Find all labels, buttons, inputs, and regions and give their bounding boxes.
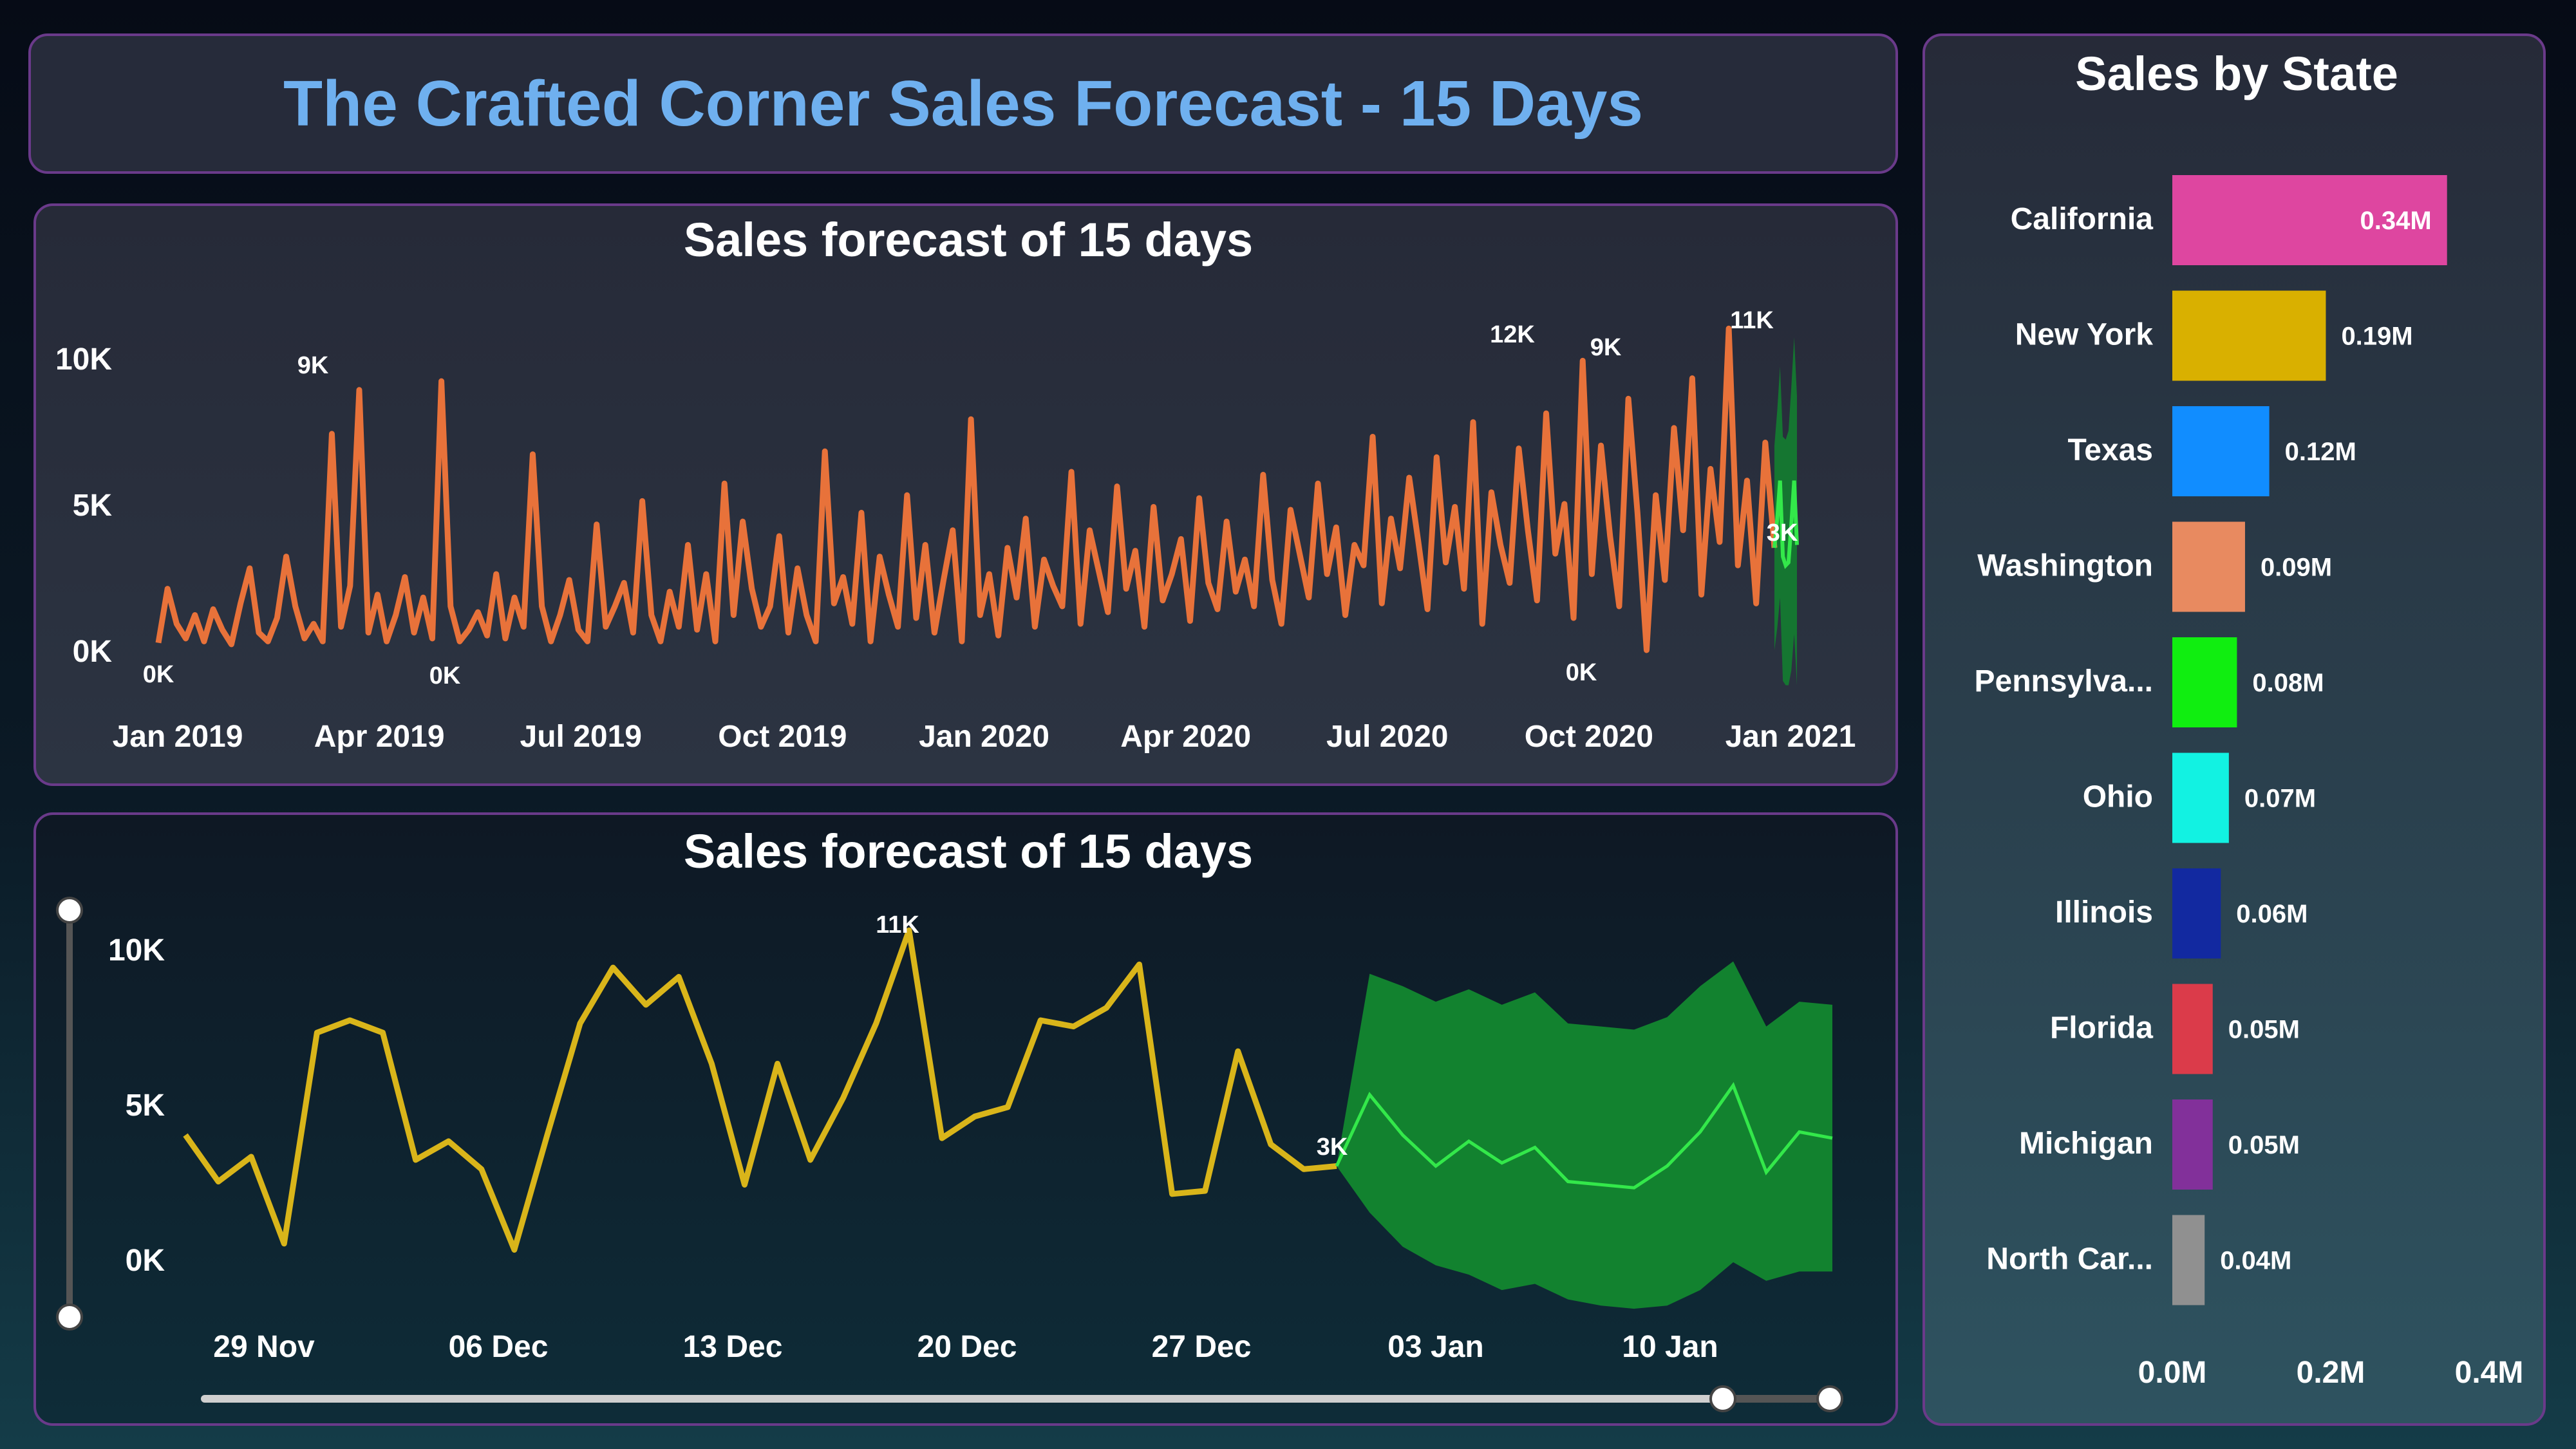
bar-value-label: 0.34M xyxy=(2360,207,2432,235)
bar-category-label: New York xyxy=(2015,318,2154,352)
y-tick-label: 0K xyxy=(73,635,113,669)
data-label: 11K xyxy=(876,911,919,939)
x-tick-label: 29 Nov xyxy=(213,1330,315,1364)
bar-category-label: Illinois xyxy=(2055,895,2153,930)
data-label: 3K xyxy=(1317,1134,1348,1161)
x-tick-label: Apr 2020 xyxy=(1120,720,1251,754)
bar-value-label: 0.05M xyxy=(2228,1131,2300,1159)
horizontal-slider-left-handle[interactable] xyxy=(1709,1385,1736,1412)
bar-category-label: North Car... xyxy=(1986,1242,2153,1276)
y-tick-label: 5K xyxy=(73,489,113,523)
x-tick-label: 0.4M xyxy=(2455,1356,2524,1390)
sales-by-state-chart[interactable]: Sales by State California 0.34M New York 0.… xyxy=(1925,36,2548,1428)
recent-forecast-chart[interactable]: Sales forecast of 15 days 11K3K 0K5K10K … xyxy=(36,815,1901,1428)
bar[interactable] xyxy=(2172,984,2213,1074)
x-tick-label: 03 Jan xyxy=(1387,1330,1483,1364)
bar-value-label: 0.07M xyxy=(2244,785,2316,813)
x-tick-label: 0.0M xyxy=(2138,1356,2207,1390)
bar-value-label: 0.12M xyxy=(2285,438,2356,466)
x-tick-label: Oct 2020 xyxy=(1525,720,1653,754)
history-forecast-chart[interactable]: Sales forecast of 15 days 9K 0K 0K 12K 9K 0K 1… xyxy=(36,206,1901,789)
y-tick-label: 0K xyxy=(126,1244,165,1278)
vertical-slider-bottom-handle[interactable] xyxy=(56,1304,83,1331)
bar-value-label: 0.19M xyxy=(2341,323,2412,351)
bar-category-label: Michigan xyxy=(2019,1126,2153,1161)
bar-value-label: 0.06M xyxy=(2236,900,2308,928)
bar[interactable] xyxy=(2172,290,2326,381)
data-label: 0K xyxy=(1566,659,1597,686)
x-tick-label: Jan 2020 xyxy=(919,720,1049,754)
data-label: 11K xyxy=(1730,307,1774,334)
bar[interactable] xyxy=(2172,1215,2205,1305)
history-forecast-panel[interactable]: Sales forecast of 15 days 9K 0K 0K 12K 9K 0K 1… xyxy=(33,203,1898,786)
bar-category-label: California xyxy=(2011,202,2154,236)
forecast-confidence-band xyxy=(1337,961,1832,1309)
bar[interactable] xyxy=(2172,868,2221,958)
x-tick-label: 0.2M xyxy=(2297,1356,2365,1390)
chart-title: Sales forecast of 15 days xyxy=(684,825,1253,878)
chart-title: Sales forecast of 15 days xyxy=(684,213,1253,266)
page-title: The Crafted Corner Sales Forecast - 15 D… xyxy=(283,68,1643,140)
recent-series-line xyxy=(183,927,1337,1253)
sales-by-state-panel[interactable]: Sales by State California 0.34M New York 0.… xyxy=(1923,33,2546,1426)
x-tick-label: Jan 2019 xyxy=(113,720,243,754)
bar[interactable] xyxy=(2172,637,2237,727)
history-series-line xyxy=(155,325,1778,653)
data-label: 9K xyxy=(297,352,329,379)
data-label: 9K xyxy=(1590,334,1622,361)
data-label: 0K xyxy=(429,662,461,689)
horizontal-slider-right-handle[interactable] xyxy=(1816,1385,1843,1412)
chart-title: Sales by State xyxy=(2075,47,2398,100)
x-tick-label: 27 Dec xyxy=(1152,1330,1252,1364)
data-label: 12K xyxy=(1490,321,1535,348)
x-tick-label: 10 Jan xyxy=(1622,1330,1718,1364)
y-tick-label: 10K xyxy=(55,342,112,377)
y-tick-label: 10K xyxy=(108,933,165,968)
bar-value-label: 0.08M xyxy=(2252,669,2324,697)
bar[interactable] xyxy=(2172,1099,2213,1190)
title-panel: The Crafted Corner Sales Forecast - 15 D… xyxy=(28,33,1898,174)
bar-category-label: Pennsylva... xyxy=(1975,664,2153,698)
bar-category-label: Washington xyxy=(1977,549,2153,583)
bar[interactable] xyxy=(2172,406,2270,496)
y-tick-label: 5K xyxy=(126,1089,165,1123)
bar-category-label: Ohio xyxy=(2083,780,2153,814)
bar-value-label: 0.04M xyxy=(2220,1247,2291,1275)
x-tick-label: 13 Dec xyxy=(683,1330,783,1364)
x-tick-label: Jul 2019 xyxy=(520,720,642,754)
bar-category-label: Florida xyxy=(2050,1011,2153,1045)
recent-forecast-panel[interactable]: Sales forecast of 15 days 11K 3K 0K 5K 10K … xyxy=(33,812,1898,1426)
x-tick-label: Jan 2021 xyxy=(1725,720,1856,754)
data-label: 3K xyxy=(1767,519,1798,547)
vertical-slider-top-handle[interactable] xyxy=(56,897,83,924)
bar-value-label: 0.09M xyxy=(2261,554,2332,582)
x-tick-label: 06 Dec xyxy=(449,1330,549,1364)
x-tick-label: Jul 2020 xyxy=(1326,720,1448,754)
data-label: 0K xyxy=(143,661,174,688)
bar-value-label: 0.05M xyxy=(2228,1016,2300,1044)
x-tick-label: Oct 2019 xyxy=(718,720,847,754)
x-tick-label: Apr 2019 xyxy=(314,720,445,754)
bar-category-label: Texas xyxy=(2067,433,2153,467)
bar[interactable] xyxy=(2172,521,2245,612)
bar[interactable] xyxy=(2172,753,2229,843)
x-tick-label: 20 Dec xyxy=(917,1330,1017,1364)
